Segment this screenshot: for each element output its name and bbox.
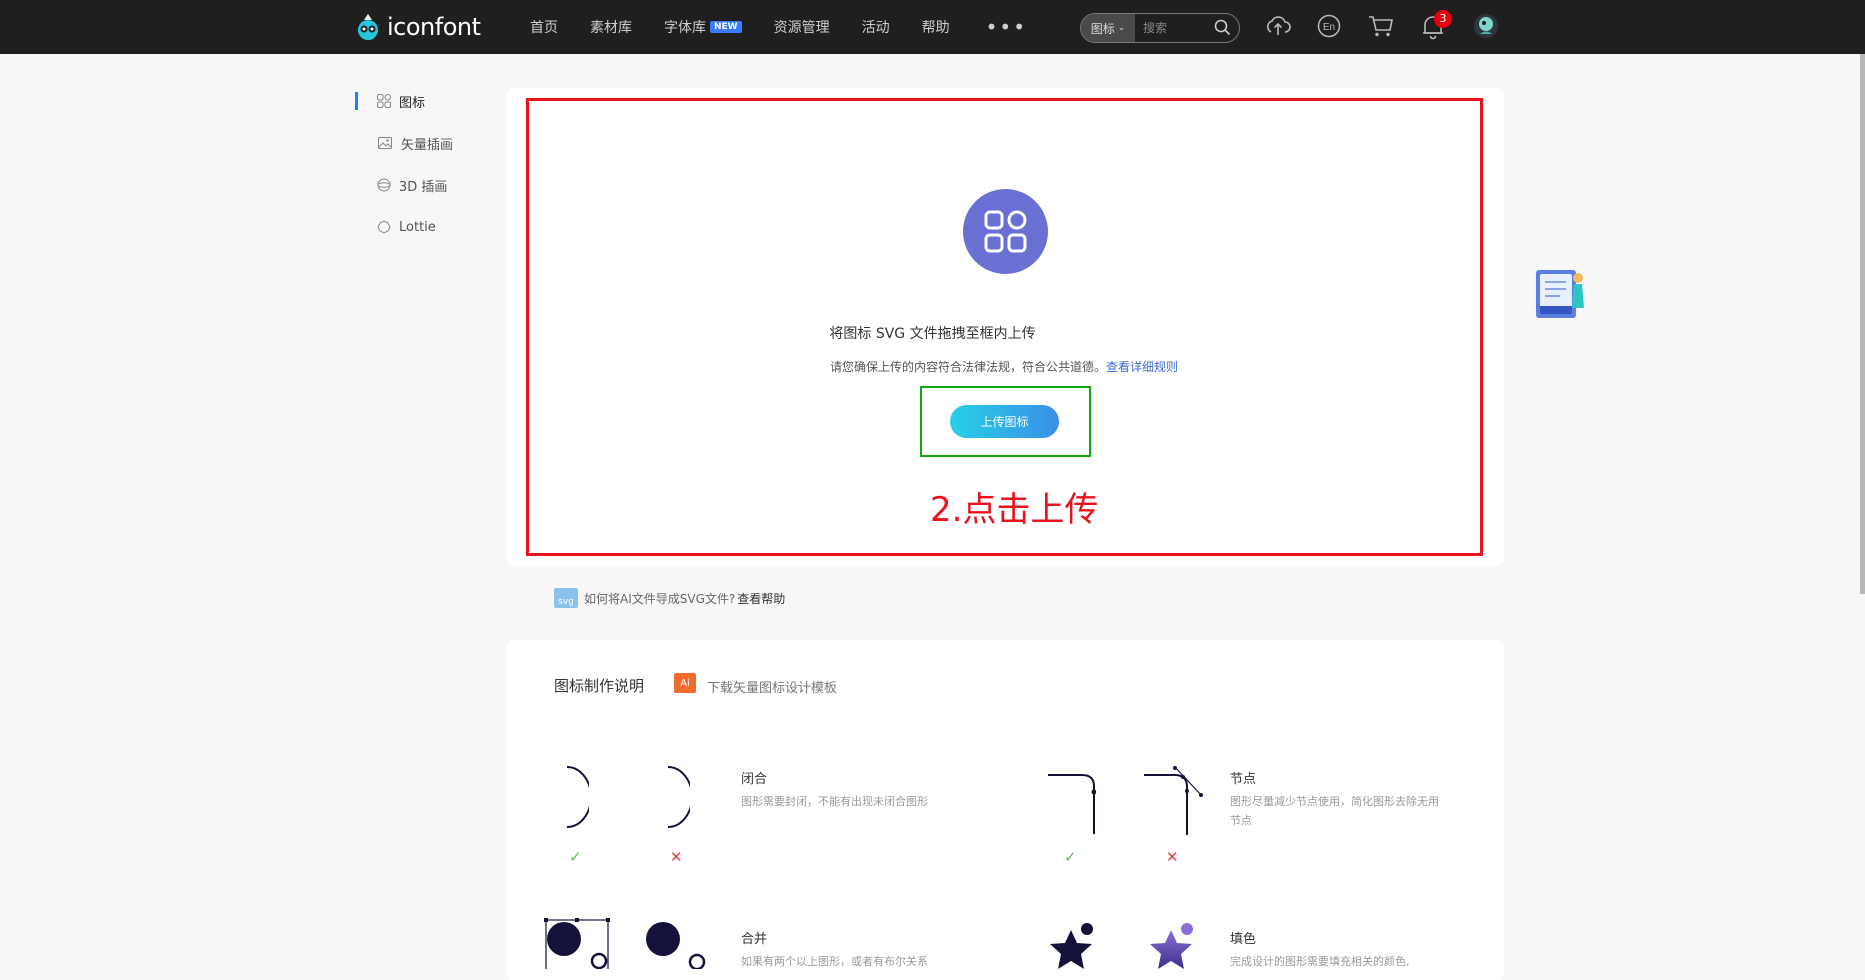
download-template-link[interactable]: 下载矢量图标设计模板 [707, 677, 837, 696]
rule-desc-fill: 完成设计的图形需要填充相关的颜色, [1230, 955, 1410, 968]
svg-help-line: svg 如何将AI文件导成SVG文件? 查看帮助 [554, 588, 785, 608]
nav-home[interactable]: 首页 [530, 17, 558, 37]
upload-icon-button[interactable]: 上传图标 [950, 405, 1059, 438]
sidebar-item-3d-illustration[interactable]: 3D 插画 [355, 164, 505, 206]
rule-desc-closed: 图形需要封闭，不能有出现未闭合图形 [741, 795, 928, 808]
wrong-cross-icon: ✕ [1166, 848, 1179, 866]
rule-desc-nodes: 图形尽量减少节点使用，简化图形去除无用节点 [1230, 795, 1439, 827]
sidebar-item-label: Lottie [399, 219, 436, 235]
nav-resource-manage[interactable]: 资源管理 [774, 17, 830, 37]
rule-title-closed: 闭合 [741, 772, 768, 787]
upload-graphic [963, 189, 1048, 274]
nav-help[interactable]: 帮助 [922, 17, 950, 37]
help-text: 如何将AI文件导成SVG文件? [584, 591, 736, 606]
new-badge: NEW [710, 21, 742, 33]
correct-check-icon: ✓ [569, 848, 582, 866]
rule-desc-merge: 如果有两个以上图形，或者有布尔关系 [741, 955, 928, 968]
search-input[interactable] [1135, 14, 1221, 42]
sidebar: 图标 矢量插画 3D 插画 Lottie [355, 80, 505, 248]
promo-float-icon[interactable] [1530, 264, 1590, 324]
grid-icon [377, 94, 391, 108]
many-nodes-wrong-icon [1144, 766, 1203, 835]
main-nav: 首页 素材库 字体库 NEW 资源管理 活动 帮助 ••• [530, 0, 1027, 54]
annotation-label: 2.点击上传 [930, 490, 1099, 530]
closed-arc-correct-icon [566, 766, 589, 828]
rule-title-nodes: 节点 [1230, 772, 1257, 787]
avatar[interactable] [1472, 12, 1500, 40]
merged-shapes-correct-icon [544, 918, 610, 969]
top-navigation-bar: iconfont 首页 素材库 字体库 NEW 资源管理 活动 帮助 ••• 图… [0, 0, 1865, 54]
upload-note-text: 请您确保上传的内容符合法律法规，符合公共道德。 [830, 360, 1107, 374]
rules-link[interactable]: 查看详细规则 [1106, 360, 1178, 374]
sidebar-item-label: 3D 插画 [399, 179, 448, 195]
open-arc-wrong-icon [667, 766, 690, 828]
sphere-icon [377, 178, 391, 192]
help-link[interactable]: 查看帮助 [737, 590, 785, 607]
nav-materials[interactable]: 素材库 [590, 17, 632, 37]
sidebar-item-label: 矢量插画 [401, 137, 454, 153]
upload-note: 请您确保上传的内容符合法律法规，符合公共道德。查看详细规则 [830, 358, 1178, 375]
filled-star-correct-icon [1050, 923, 1093, 969]
more-menu-icon[interactable]: ••• [986, 15, 1027, 39]
nav-activities[interactable]: 活动 [862, 17, 890, 37]
rule-title-fill: 填色 [1230, 932, 1257, 947]
language-en-icon[interactable]: En [1317, 14, 1341, 38]
notification-count-badge: 3 [1434, 10, 1452, 28]
sidebar-item-label: 图标 [399, 95, 426, 111]
iconfont-logo-icon [358, 14, 378, 40]
upload-title: 将图标 SVG 文件拖拽至框内上传 [829, 326, 1036, 342]
unmerged-shapes-wrong-icon [646, 922, 706, 969]
wrong-cross-icon: ✕ [670, 848, 683, 866]
image-icon [378, 137, 392, 149]
nav-fonts[interactable]: 字体库 NEW [664, 17, 742, 37]
nav-fonts-label: 字体库 [664, 20, 706, 36]
ai-file-icon: Ai [674, 673, 696, 693]
logo-text: iconfont [387, 13, 481, 41]
grid-icon [984, 210, 1027, 253]
cart-icon[interactable] [1368, 14, 1394, 38]
search-box: 图标 ⌄ [1080, 13, 1240, 43]
correct-check-icon: ✓ [1064, 848, 1077, 866]
svg-text:En: En [1323, 22, 1335, 33]
sidebar-item-vector-illustration[interactable]: 矢量插画 [355, 122, 505, 164]
gradient-star-wrong-icon [1150, 923, 1193, 969]
lottie-icon [377, 220, 391, 234]
guide-title: 图标制作说明 [554, 677, 645, 695]
logo[interactable]: iconfont [353, 12, 481, 42]
search-type-select[interactable]: 图标 ⌄ [1081, 14, 1135, 42]
few-nodes-correct-icon [1048, 774, 1096, 834]
sidebar-item-icons[interactable]: 图标 [355, 80, 505, 122]
chevron-down-icon: ⌄ [1117, 23, 1126, 33]
search-type-label: 图标 [1090, 21, 1115, 36]
sidebar-item-lottie[interactable]: Lottie [355, 206, 505, 248]
svg-file-icon: svg [554, 588, 578, 608]
search-icon[interactable] [1214, 19, 1231, 36]
rule-title-merge: 合并 [741, 932, 768, 947]
upload-cloud-icon[interactable] [1265, 14, 1291, 38]
